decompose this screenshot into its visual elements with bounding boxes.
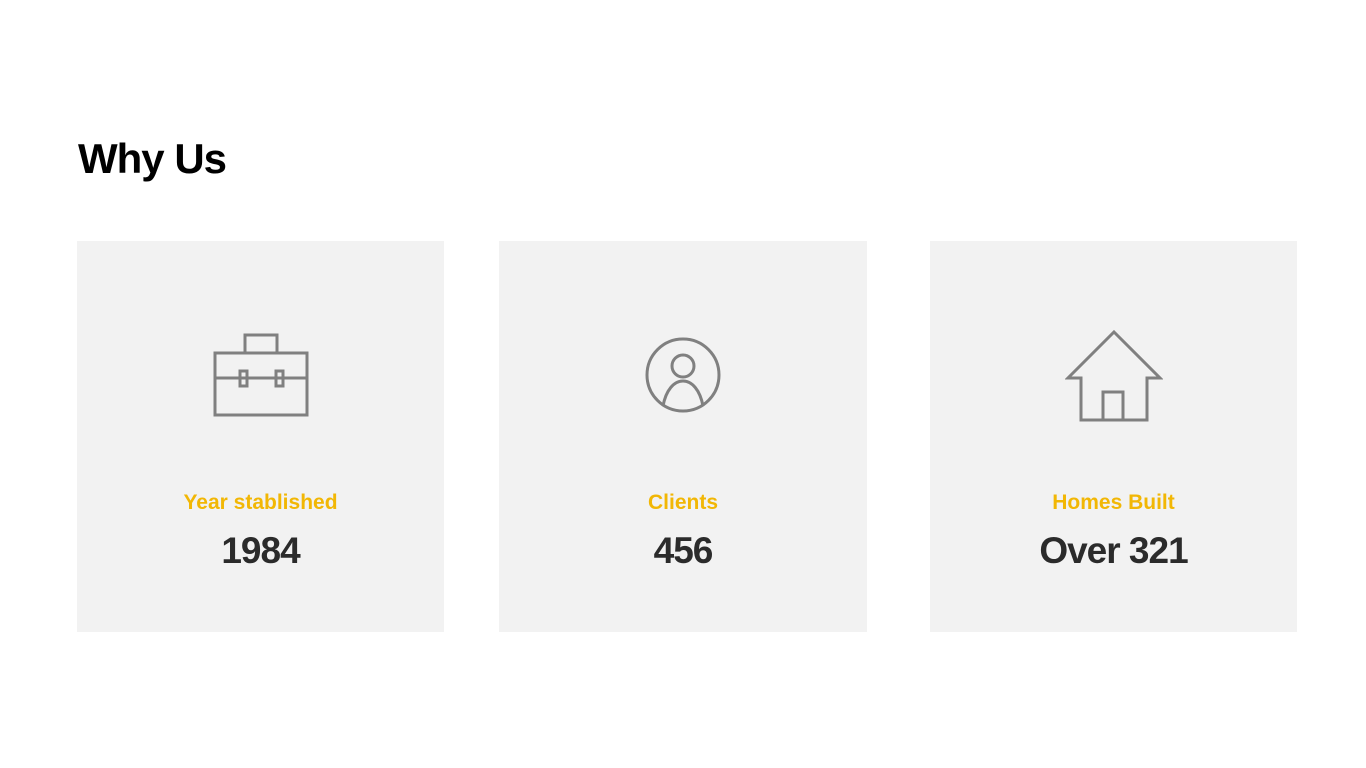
stat-card-clients: Clients 456 [499,241,867,632]
stat-card-year-established: Year stablished 1984 [77,241,444,632]
stat-label: Year stablished [183,491,338,514]
user-circle-icon [645,337,721,413]
stat-value: 1984 [221,530,300,571]
stat-label: Homes Built [1052,491,1175,514]
why-us-section: Why Us Year stablished 1984 Clients 456 … [0,0,1366,768]
section-title: Why Us [78,135,227,182]
briefcase-icon [213,333,308,417]
stat-value: 456 [653,530,714,571]
house-icon [1064,329,1163,422]
stat-label: Clients [647,491,718,514]
stat-card-homes-built: Homes Built Over 321 [930,241,1297,632]
stat-value: Over 321 [1039,530,1188,571]
